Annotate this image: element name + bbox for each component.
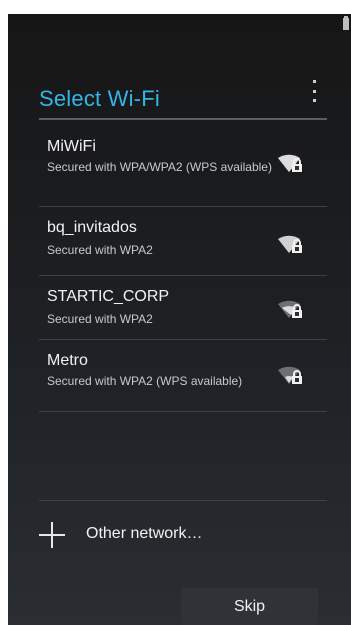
network-name: Metro: [47, 352, 88, 369]
page-title: Select Wi-Fi: [39, 86, 160, 111]
network-security: Secured with WPA/WPA2 (WPS available): [47, 160, 272, 174]
wifi-lock-icon: [278, 300, 302, 318]
wifi-setup-screen: Select Wi-Fi MiWiFi Secured with WPA/WPA…: [8, 14, 351, 625]
network-item-metro[interactable]: Metro Secured with WPA2 (WPS available): [39, 340, 327, 412]
network-item-bq-invitados[interactable]: bq_invitados Secured with WPA2: [39, 207, 327, 276]
other-network-divider: [39, 500, 327, 501]
status-bar: [8, 14, 351, 34]
network-security: Secured with WPA2: [47, 243, 153, 257]
other-network-label: Other network…: [86, 525, 203, 542]
other-network-button[interactable]: Other network…: [39, 514, 327, 556]
skip-button[interactable]: Skip: [181, 588, 318, 625]
battery-icon: [343, 16, 349, 30]
wifi-lock-icon: [278, 235, 302, 253]
header: Select Wi-Fi: [39, 80, 327, 122]
network-security: Secured with WPA2 (WPS available): [47, 374, 243, 388]
network-name: bq_invitados: [47, 219, 137, 236]
header-divider: [39, 118, 327, 120]
network-name: MiWiFi: [47, 138, 96, 155]
network-item-startic-corp[interactable]: STARTIC_CORP Secured with WPA2: [39, 276, 327, 340]
network-list: MiWiFi Secured with WPA/WPA2 (WPS availa…: [39, 124, 327, 412]
network-name: STARTIC_CORP: [47, 288, 170, 305]
plus-icon: [39, 522, 65, 548]
overflow-menu-icon[interactable]: [309, 80, 319, 102]
wifi-lock-icon: [278, 154, 302, 172]
network-security: Secured with WPA2: [47, 312, 153, 326]
network-item-miwifi[interactable]: MiWiFi Secured with WPA/WPA2 (WPS availa…: [39, 124, 327, 207]
wifi-lock-icon: [278, 366, 302, 384]
